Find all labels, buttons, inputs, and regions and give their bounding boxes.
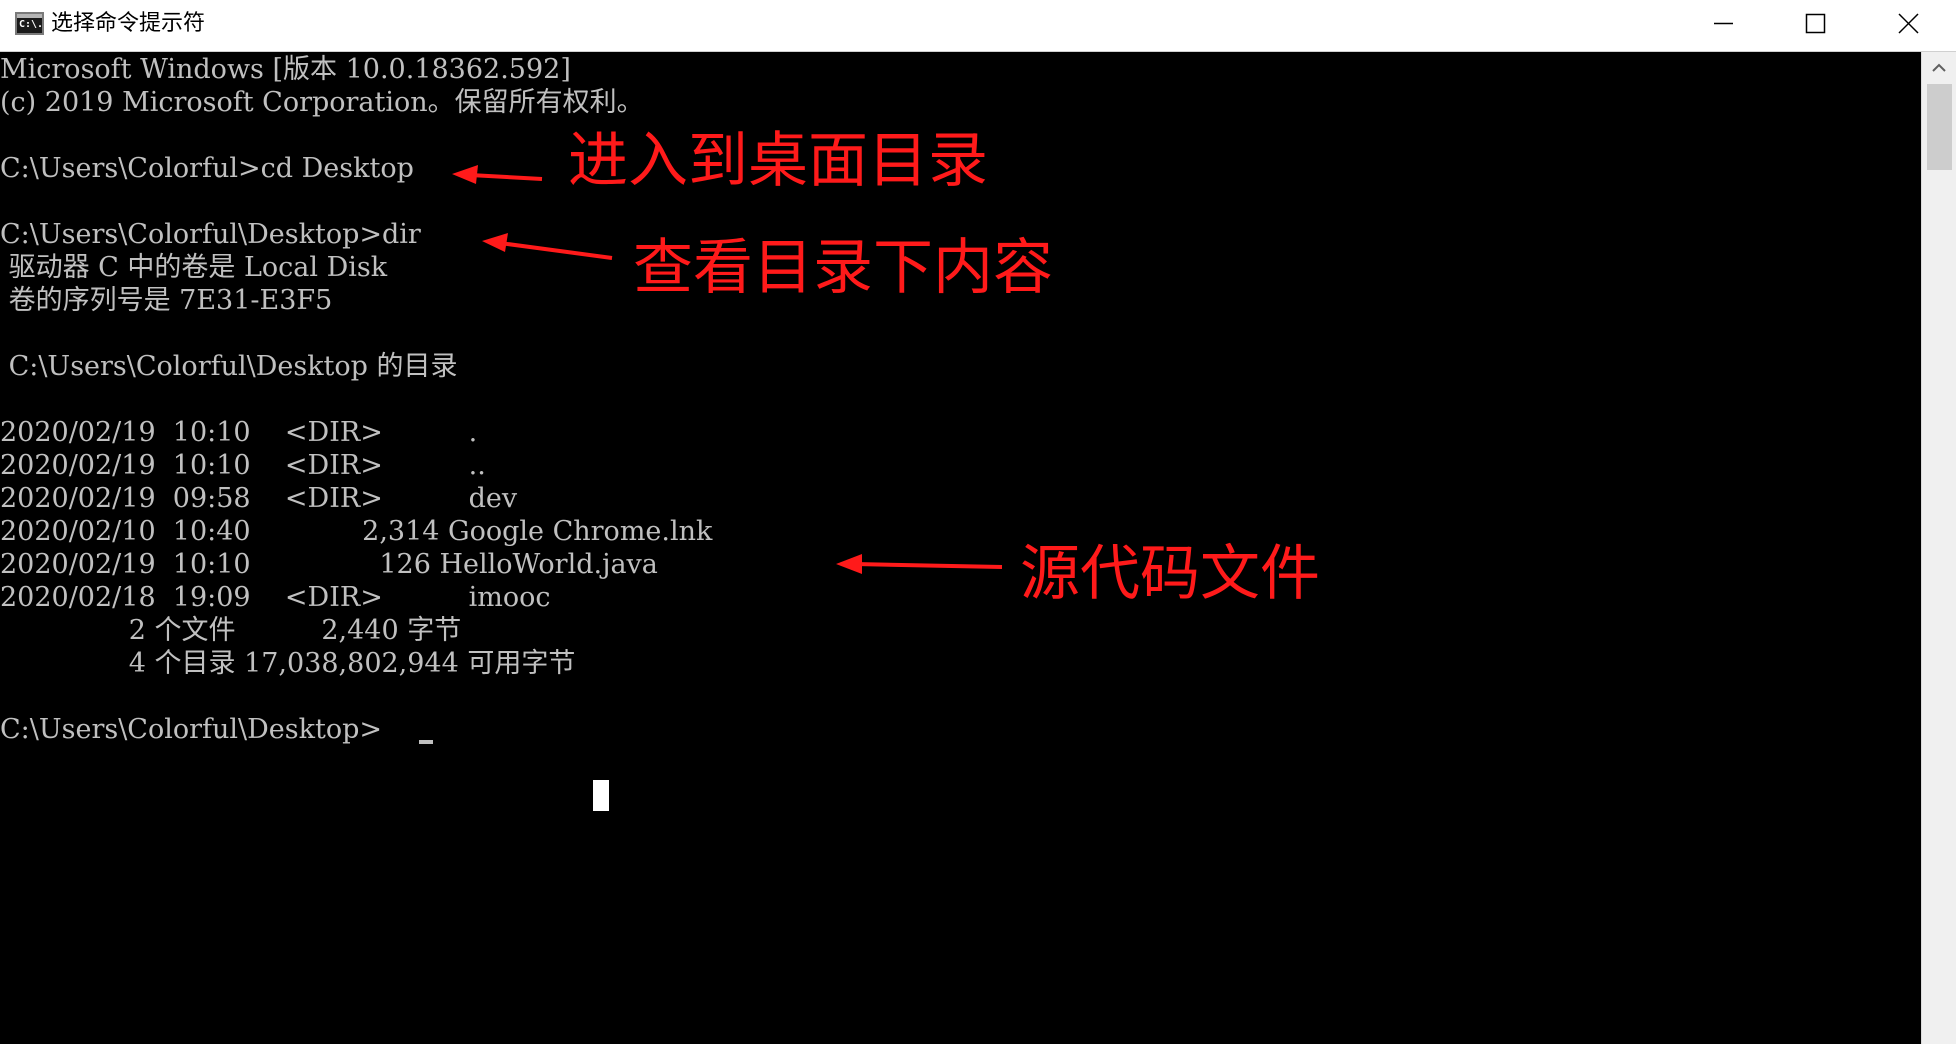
cmd-icon-glyph: C:\.	[19, 19, 44, 30]
minimize-button[interactable]	[1677, 0, 1769, 48]
cmd-icon[interactable]: C:\.	[15, 12, 44, 35]
close-button[interactable]	[1861, 0, 1953, 48]
window-title: 选择命令提示符	[51, 11, 206, 36]
console-line: (c) 2019 Microsoft Corporation。保留所有权利。	[0, 87, 644, 118]
console-line: 2020/02/19 10:10 <DIR> ..	[0, 450, 486, 481]
console-line: Microsoft Windows [版本 10.0.18362.592]	[0, 54, 571, 85]
close-icon	[1898, 13, 1919, 34]
console-line: C:\Users\Colorful\Desktop 的目录	[0, 351, 458, 382]
text-cursor	[419, 740, 433, 744]
console-line: 卷的序列号是 7E31-E3F5	[0, 285, 333, 316]
scroll-up-button[interactable]	[1922, 52, 1956, 82]
mouse-text-cursor	[593, 780, 609, 811]
console-line: 2020/02/19 10:10 126 HelloWorld.java	[0, 549, 658, 580]
console-line: 2020/02/19 09:58 <DIR> dev	[0, 483, 518, 514]
annotation-dir: 查看目录下内容	[633, 233, 1053, 303]
console-line: 2 个文件 2,440 字节	[0, 615, 462, 646]
console-line: 4 个目录 17,038,802,944 可用字节	[0, 648, 576, 679]
console-prompt[interactable]: C:\Users\Colorful\Desktop>	[0, 713, 382, 746]
annotation-source: 源代码文件	[1020, 539, 1320, 609]
console-line: 驱动器 C 中的卷是 Local Disk	[0, 252, 388, 283]
maximize-button[interactable]	[1769, 0, 1861, 48]
chevron-up-icon	[1932, 63, 1946, 72]
command-prompt-window: C:\. 选择命令提示符 Microsoft Windows [版本 10.0.…	[0, 0, 1956, 1044]
console-line: 2020/02/10 10:40 2,314 Google Chrome.lnk	[0, 516, 713, 547]
maximize-icon	[1805, 13, 1826, 34]
console-line: 2020/02/18 19:09 <DIR> imooc	[0, 582, 551, 613]
scroll-thumb[interactable]	[1927, 84, 1952, 170]
console-line: C:\Users\Colorful\Desktop>dir	[0, 219, 421, 250]
minimize-icon	[1714, 22, 1733, 25]
annotation-cd: 进入到桌面目录	[568, 126, 988, 196]
console-line: C:\Users\Colorful>cd Desktop	[0, 153, 414, 184]
vertical-scrollbar[interactable]	[1921, 52, 1956, 1044]
console-line: 2020/02/19 10:10 <DIR> .	[0, 417, 478, 448]
title-bar[interactable]: C:\. 选择命令提示符	[0, 0, 1956, 52]
